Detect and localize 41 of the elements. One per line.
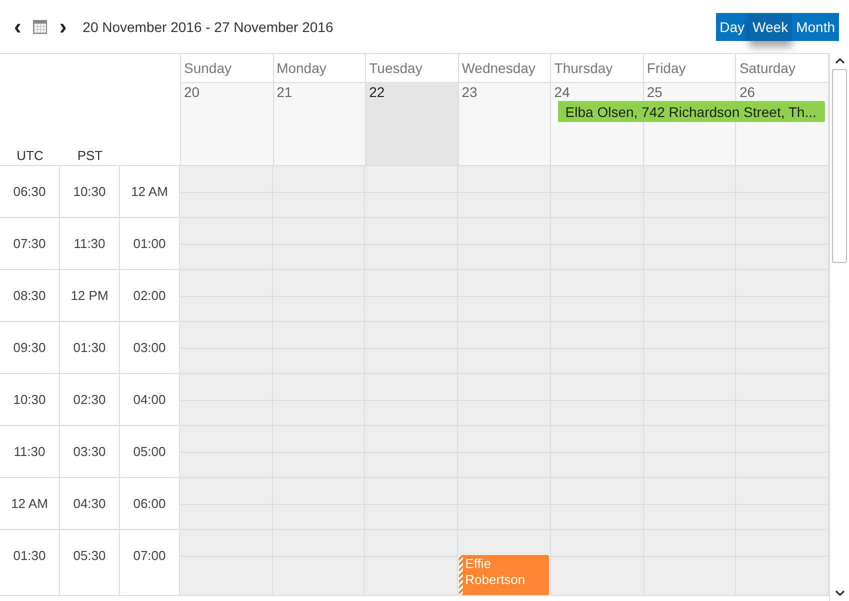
time-slot[interactable]: [736, 478, 830, 529]
scroll-up-icon[interactable]: [834, 57, 844, 65]
timezone-label: UTC: [16, 148, 44, 165]
time-slot[interactable]: [180, 426, 273, 477]
time-slot[interactable]: [365, 530, 458, 595]
date-cell: 20: [181, 83, 274, 165]
date-cell: 21: [274, 83, 366, 165]
time-slot[interactable]: [550, 166, 644, 217]
time-slot[interactable]: [365, 166, 458, 217]
previous-button[interactable]: ‹: [8, 16, 28, 38]
next-button[interactable]: ›: [53, 16, 73, 38]
all-day-event[interactable]: Elba Olsen, 742 Richardson Street, Th...: [554, 101, 826, 122]
date-range: 20 November 2016 - 27 November 2016: [82, 18, 334, 34]
calendar-icon[interactable]: [33, 20, 48, 34]
time-slot[interactable]: [180, 166, 273, 217]
time-slot[interactable]: [180, 322, 273, 373]
time-slot[interactable]: [736, 270, 830, 321]
scroll-thumb[interactable]: [832, 69, 847, 263]
timezone-label: PST: [76, 148, 104, 165]
time-slot[interactable]: [550, 530, 644, 595]
time-slot[interactable]: [736, 426, 830, 477]
time-slot[interactable]: [180, 374, 273, 425]
scroll-down-icon[interactable]: [834, 589, 844, 597]
date-cell: 23: [458, 83, 552, 165]
time-slot[interactable]: [180, 270, 273, 321]
time-slot[interactable]: [644, 166, 736, 217]
time-slot[interactable]: [736, 166, 830, 217]
time-slot[interactable]: [736, 322, 830, 373]
time-slot[interactable]: [736, 530, 830, 595]
time-slot[interactable]: [736, 218, 830, 269]
time-slot[interactable]: [644, 530, 736, 595]
time-slot[interactable]: [180, 218, 273, 269]
time-slot[interactable]: [458, 166, 551, 217]
time-slot[interactable]: [180, 530, 273, 595]
time-slot[interactable]: [272, 166, 366, 217]
view-tab[interactable]: Week: [748, 12, 792, 40]
date-cell: 22: [366, 83, 459, 165]
time-slot[interactable]: [736, 374, 830, 425]
time-slot[interactable]: [180, 478, 273, 529]
scrollbar[interactable]: [829, 53, 849, 601]
time-slot[interactable]: [272, 530, 366, 595]
